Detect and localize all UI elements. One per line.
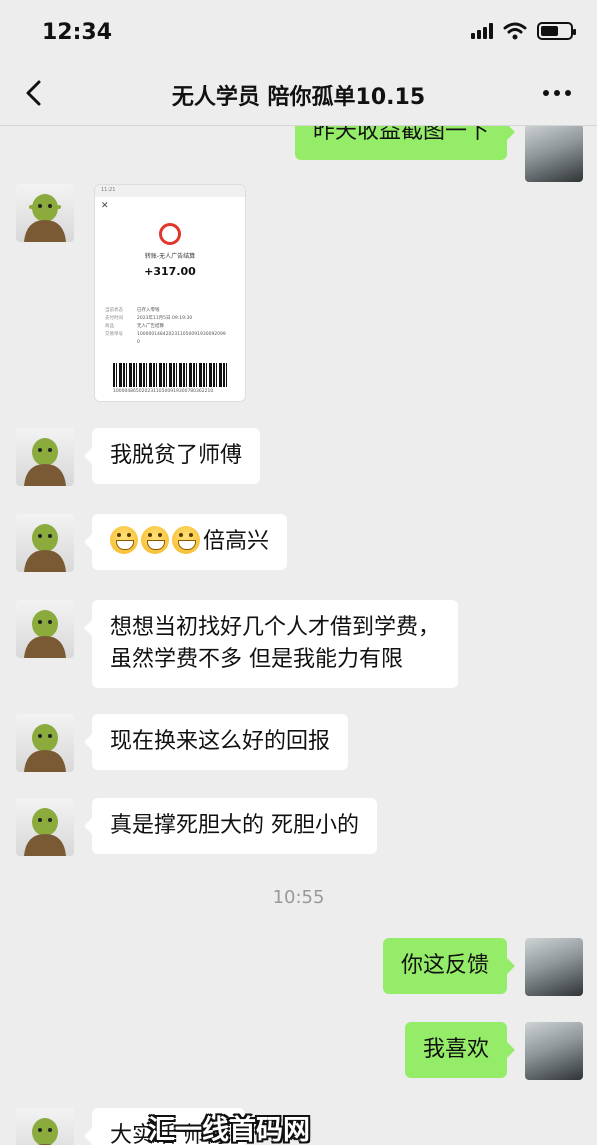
receipt-row: 商品 无人广告结算 [105, 324, 164, 329]
message-contact[interactable]: 想想当初找好几个人才借到学费， 虽然学费不多 但是我能力有限 [83, 600, 459, 688]
receipt-row: 当前状态 已存入零钱 [105, 308, 160, 313]
message-text: 我脱贫了师傅 [110, 443, 243, 468]
avatar-contact[interactable] [16, 1108, 74, 1145]
avatar-contact[interactable] [16, 184, 74, 242]
avatar-self[interactable] [525, 938, 583, 996]
barcode-number: 10000486502023110500919300780362210 [113, 389, 214, 394]
status-bar: 12:34 [0, 0, 597, 62]
message-text-line: 想想当初找好几个人才借到学费， [110, 615, 441, 640]
message-text: 我喜欢 [422, 1037, 489, 1062]
status-icons [471, 22, 576, 40]
receipt-row: 支付时间 2023年11月5日 09:19:30 [105, 316, 193, 321]
status-time: 12:34 [42, 20, 113, 45]
grin-emoji-icon [172, 526, 200, 554]
chat-title: 无人学员 陪你孤单10.15 [171, 85, 426, 110]
receipt-details: 当前状态 已存入零钱 支付时间 2023年11月5日 09:19:30 商品 无人广告… [105, 307, 237, 347]
message-text: 现在换来这么好的回报 [110, 729, 331, 754]
avatar-contact[interactable] [16, 428, 74, 486]
message-timestamp: 10:55 [272, 887, 325, 908]
receipt-row: 交易单号 10000014842023110500919300920990 [105, 332, 226, 345]
message-contact[interactable]: 我脱贫了师傅 [83, 428, 261, 484]
avatar-self[interactable] [525, 1022, 583, 1080]
close-icon: ✕ [101, 201, 109, 211]
avatar-contact[interactable] [16, 798, 74, 856]
avatar-contact[interactable] [16, 600, 74, 658]
more-dots-icon[interactable] [543, 90, 571, 96]
wifi-icon [503, 22, 527, 40]
battery-icon [537, 22, 576, 40]
payment-logo-icon [159, 223, 181, 245]
chat-messages[interactable]: 昨天收益截图一下 11:21 ✕ 转账-无人广告结算 +317.00 当前状态已… [0, 126, 597, 1145]
receipt-image[interactable]: 11:21 ✕ 转账-无人广告结算 +317.00 当前状态 已存入零钱 支付时间… [94, 184, 246, 402]
message-text: 真是撑死胆大的 死胆小的 [110, 813, 359, 838]
message-text: 昨天收益截图一下 [312, 126, 489, 144]
signal-icon [471, 23, 493, 39]
message-contact[interactable]: 倍高兴 [83, 514, 288, 570]
message-contact[interactable]: 真是撑死胆大的 死胆小的 [84, 798, 377, 854]
message-text: 你这反馈 [400, 953, 489, 978]
grin-emoji-icon [141, 526, 169, 554]
chat-header: 无人学员 陪你孤单10.15 [0, 62, 597, 126]
message-self[interactable]: 昨天收益截图一下 [294, 126, 516, 160]
message-text-line: 虽然学费不多 但是我能力有限 [110, 647, 403, 672]
message-self[interactable]: 我喜欢 [404, 1022, 516, 1078]
barcode [113, 363, 229, 387]
grin-emoji-icon [110, 526, 138, 554]
message-self[interactable]: 你这反馈 [382, 938, 516, 994]
receipt-description: 转账-无人广告结算 [144, 253, 196, 260]
avatar-contact[interactable] [16, 714, 74, 772]
avatar-contact[interactable] [16, 514, 74, 572]
receipt-amount: +317.00 [144, 265, 196, 278]
site-watermark: 汇一线首码网 www.huiyixian.com [148, 1115, 310, 1145]
avatar-self[interactable] [525, 126, 583, 182]
message-contact[interactable]: 现在换来这么好的回报 [83, 714, 349, 770]
message-text: 倍高兴 [203, 529, 270, 554]
receipt-status-bar: 11:21 [95, 185, 245, 197]
